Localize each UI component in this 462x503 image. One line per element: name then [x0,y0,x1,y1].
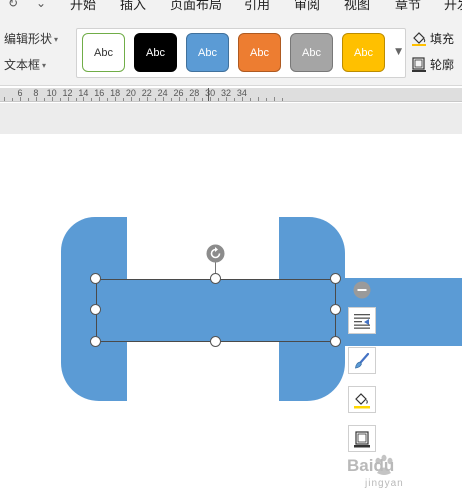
ruler-tick-label: 10 [46,88,57,98]
edit-shape-label: 编辑形状 [4,32,53,46]
watermark-brand: Baidu [347,456,395,475]
shape-style-button[interactable] [348,347,376,374]
ruler-tick-label: 20 [125,88,136,98]
ribbon-menu-bar: ↻ ⌄ 开始 插入 页面布局 引用 审阅 视图 章节 开发 [0,0,462,16]
ruler-tick-label: 28 [189,88,200,98]
style-preset-label: Abc [354,46,373,59]
ruler-tick [107,98,109,101]
chevron-down-icon: ▾ [54,35,59,44]
ruler-tick [154,98,156,101]
gallery-more-icon[interactable]: ▼ [395,47,402,57]
fill-button[interactable]: 填充 [411,30,454,47]
style-preset-gray[interactable]: Abc [290,33,333,72]
ruler-tick [75,98,77,101]
tab-home[interactable]: 开始 [70,0,96,13]
ruler-tick-label: 24 [157,88,168,98]
ruler-tick [27,98,29,101]
ruler-position-marker [208,88,209,101]
ruler-tick-label: 22 [141,88,152,98]
quick-access-dropdown-icon[interactable]: ⌄ [36,0,46,10]
tab-developer[interactable]: 开发 [444,0,462,13]
paintbrush-icon [355,352,370,368]
edit-shape-button[interactable]: 编辑形状 ▾ [4,30,58,47]
ruler-tick [12,98,14,101]
resize-handle-top-left[interactable] [90,273,101,284]
ruler-tick-label: 14 [78,88,89,98]
style-preset-white[interactable]: Abc [82,33,125,72]
ruler-tick [281,98,283,101]
ruler-tick [43,98,45,101]
selected-rectangle-shape[interactable] [96,279,336,342]
redo-icon[interactable]: ↻ [8,0,18,10]
ruler-tick [91,98,93,101]
fill-label: 填充 [430,32,455,46]
ruler-tick-label: 34 [236,88,247,98]
text-wrap-icon [354,313,370,329]
ruler-tick-label: 32 [220,88,232,98]
shape-style-gallery: Abc Abc Abc Abc Abc Abc ▼ [76,28,406,78]
shape-outline-button[interactable] [348,425,376,452]
ruler-tick [218,98,220,101]
paint-bucket-icon [354,392,370,408]
style-preset-gold[interactable]: Abc [342,33,385,72]
resize-handle-bottom-left[interactable] [90,336,101,347]
outline-button[interactable]: 轮廓 [411,56,454,73]
resize-handle-top-right[interactable] [330,273,341,284]
ruler-tick-label: 12 [62,88,73,98]
ruler-tick-label: 30 [205,88,216,98]
style-preset-label: Abc [302,46,321,59]
resize-handle-left[interactable] [90,304,101,315]
ruler-tick [234,98,235,101]
tab-chapter[interactable]: 章节 [395,0,421,13]
resize-handle-top[interactable] [210,273,221,284]
ruler-tick [186,98,188,101]
ruler-tick [257,97,259,101]
tab-review[interactable]: 审阅 [294,0,320,13]
shape-fill-button[interactable] [348,386,376,413]
baidu-jingyan-watermark: Baidu jingyan [347,454,457,496]
tab-references[interactable]: 引用 [244,0,270,13]
chevron-down-icon: ▾ [42,61,47,70]
ruler-tick-label: 8 [33,88,39,98]
ruler-tick-label: 26 [173,88,184,98]
horizontal-ruler: 6 8 10 12 14 16 18 20 22 24 26 28 30 32 34 [0,88,462,102]
textbox-label: 文本框 [4,58,41,72]
style-preset-blue[interactable]: Abc [186,33,229,72]
watermark-sub: jingyan [365,478,404,489]
ruler-tick [202,98,204,101]
style-preset-black[interactable]: Abc [134,33,177,72]
ruler-tick [265,98,267,101]
ruler-tick [59,98,61,101]
collapse-minus-icon[interactable] [353,281,371,299]
resize-handle-bottom-right[interactable] [330,336,341,347]
ruler-tick [273,97,275,101]
ruler-tick-label: 18 [110,88,121,98]
outline-label: 轮廓 [430,58,455,72]
ribbon-toolbar: 编辑形状 ▾ 文本框 ▾ Abc Abc Abc Abc Abc Abc ▼ 填充 … [0,16,462,86]
ruler-tick [4,97,6,101]
canvas-top-margin [0,103,462,134]
outline-icon [354,430,370,447]
ruler-tick [249,98,251,101]
resize-handle-right[interactable] [330,304,341,315]
ruler-tick [123,98,124,101]
ruler-tick [170,98,172,101]
tab-view[interactable]: 视图 [344,0,370,13]
ruler-tick [138,98,140,101]
textbox-button[interactable]: 文本框 ▾ [4,56,46,73]
ruler-tick-label: 6 [17,88,23,98]
style-preset-label: Abc [198,46,217,59]
style-preset-label: Abc [146,46,165,59]
paint-bucket-icon [412,32,426,46]
tab-page-layout[interactable]: 页面布局 [170,0,222,13]
layout-options-button[interactable] [348,307,376,334]
resize-handle-bottom[interactable] [210,336,221,347]
style-preset-orange[interactable]: Abc [238,33,281,72]
tab-insert[interactable]: 插入 [120,0,146,13]
style-preset-label: Abc [94,46,113,59]
outline-icon [412,57,426,72]
rotate-icon[interactable] [206,244,225,263]
ruler-tick-label: 16 [94,88,105,98]
style-preset-label: Abc [250,46,269,59]
